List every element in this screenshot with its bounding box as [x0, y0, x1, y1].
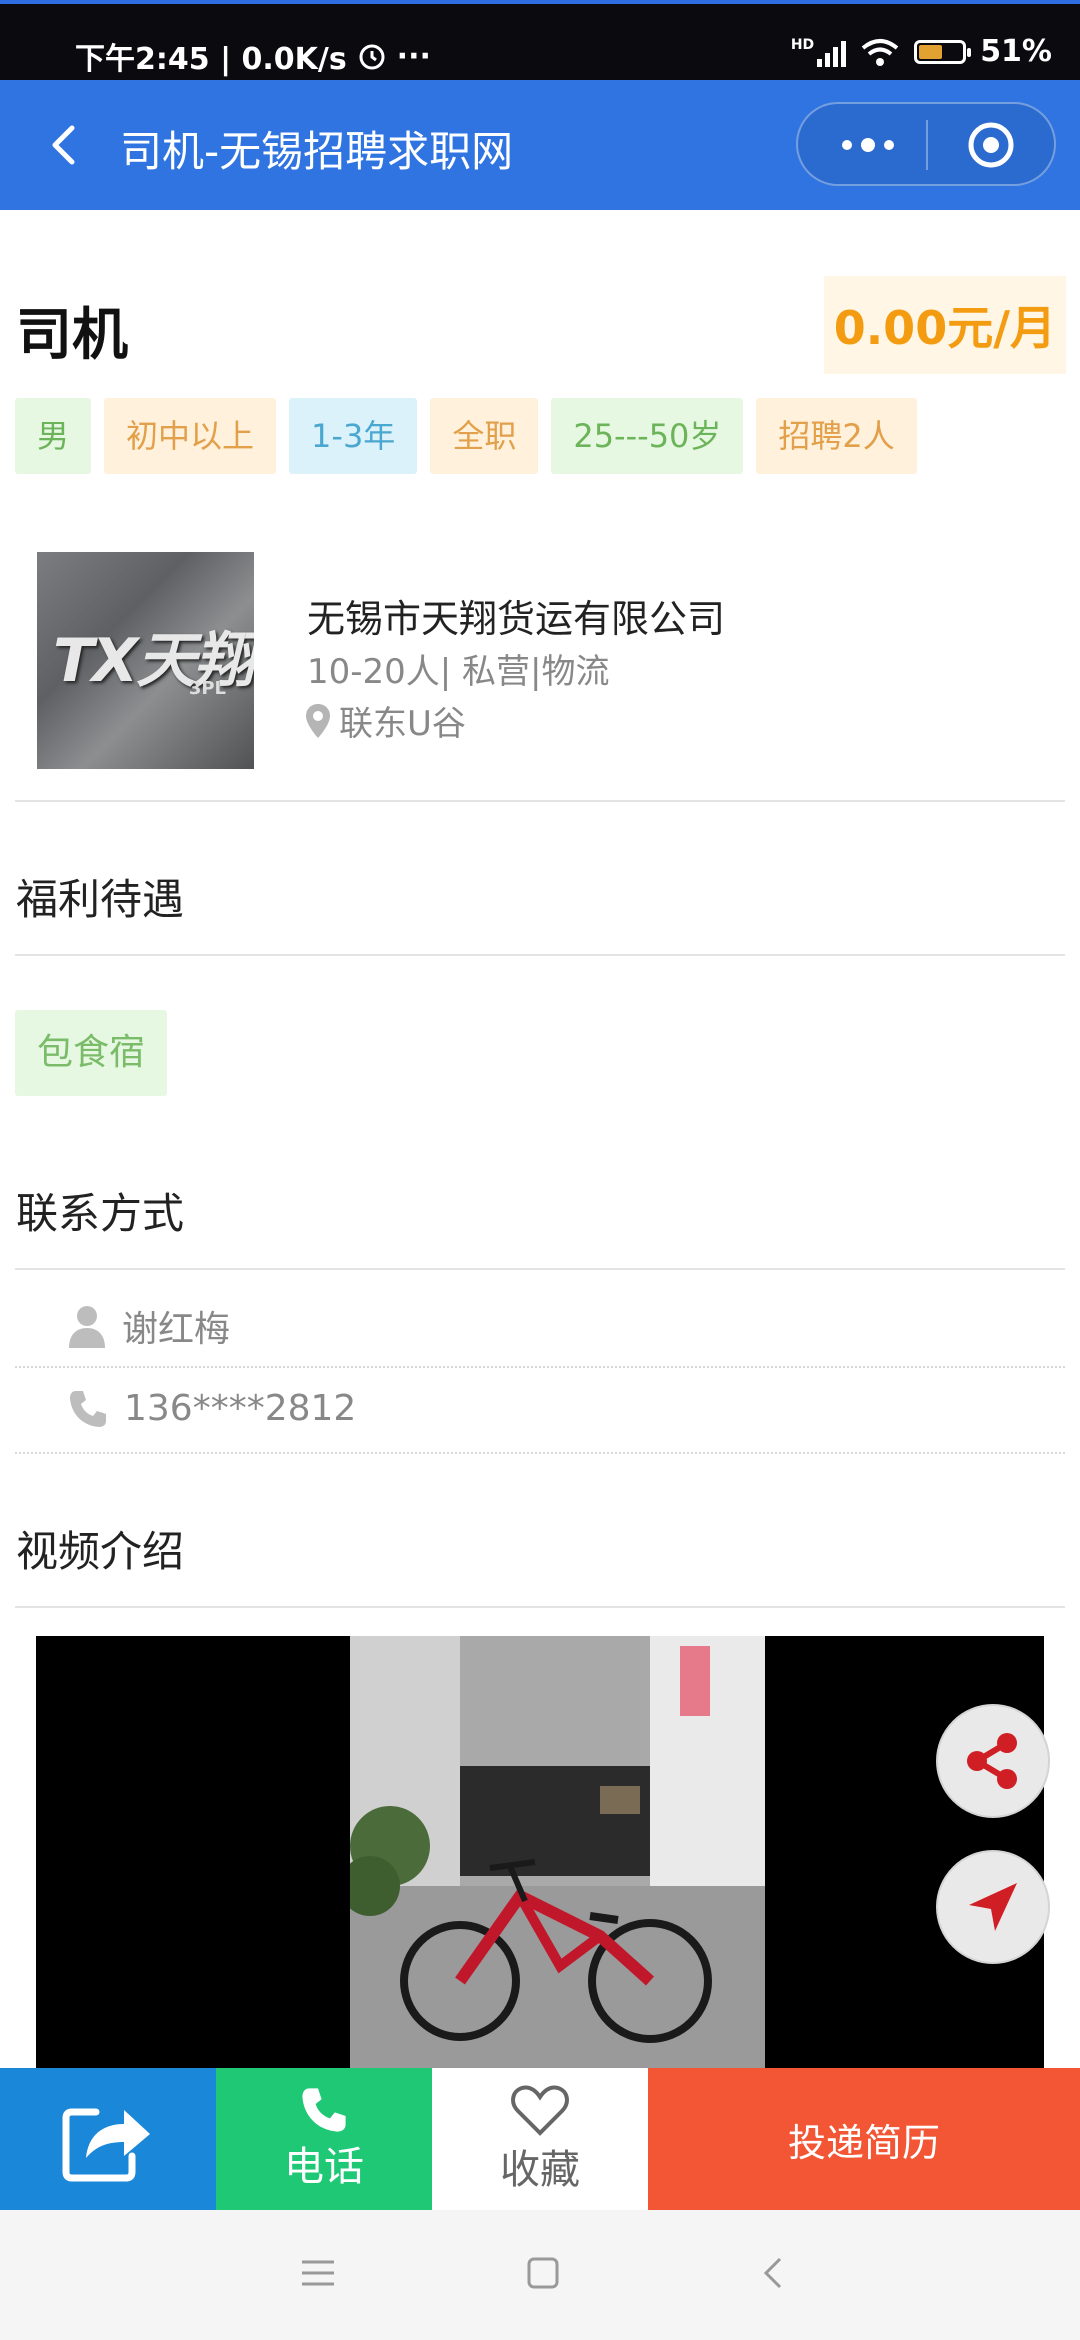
forward-button[interactable]	[0, 2068, 216, 2210]
video-frame	[350, 1636, 765, 2070]
dotted-divider	[15, 1452, 1065, 1454]
contact-phone-row[interactable]: 136****2812	[68, 1388, 356, 1429]
favorite-button[interactable]: 收藏	[432, 2068, 648, 2210]
navigate-fab[interactable]	[936, 1850, 1050, 1964]
back-nav-icon[interactable]	[760, 2256, 784, 2290]
menu-icon[interactable]	[300, 2258, 336, 2288]
system-nav-bar	[0, 2210, 1080, 2340]
call-button[interactable]: 电话	[216, 2068, 432, 2210]
status-more: ···	[396, 38, 431, 74]
phone-icon	[302, 2088, 346, 2132]
company-logo-sub: 3PL	[188, 678, 226, 699]
contact-person-row: 谢红梅	[68, 1300, 230, 1352]
forward-share-icon	[62, 2108, 150, 2182]
tag-age: 25---50岁	[551, 398, 744, 474]
tag-gender: 男	[15, 398, 92, 474]
close-miniprogram-icon[interactable]	[966, 120, 1016, 170]
video-player[interactable]	[36, 1636, 1044, 2070]
nav-bar: 司机-无锡招聘求职网	[0, 80, 1080, 210]
heart-icon	[511, 2085, 569, 2136]
company-card[interactable]: TX天翔 3PL 无锡市天翔货运有限公司 10-20人| 私营|物流 联东U谷	[0, 550, 1080, 800]
tag-headcount: 招聘2人	[756, 398, 917, 474]
status-bar: 下午2:45 | 0.0K/s ··· HD 51%	[0, 0, 1080, 80]
dotted-divider	[15, 1366, 1065, 1368]
call-label: 电话	[284, 2144, 364, 2190]
benefits-title: 福利待遇	[16, 875, 185, 924]
capsule-divider	[926, 120, 928, 170]
tag-experience: 1-3年	[289, 398, 418, 474]
company-info: 10-20人| 私营|物流	[307, 652, 610, 692]
video-bicycle-image	[350, 1636, 765, 2070]
navigation-arrow-icon	[969, 1883, 1017, 1931]
divider	[15, 1268, 1065, 1270]
signal-icon: HD	[790, 36, 847, 67]
tag-job-type: 全职	[430, 398, 539, 474]
contact-title: 联系方式	[16, 1189, 185, 1238]
battery-percent: 51%	[980, 34, 1052, 69]
bottom-action-bar: 电话 收藏 投递简历	[0, 2068, 1080, 2210]
battery-fill	[919, 44, 942, 59]
apply-label: 投递简历	[787, 2120, 940, 2165]
contact-phone: 136****2812	[124, 1388, 357, 1429]
job-title: 司机	[16, 303, 128, 368]
share-icon	[967, 1733, 1017, 1789]
status-time-speed: 下午2:45 | 0.0K/s	[75, 42, 347, 77]
favorite-label: 收藏	[500, 2147, 580, 2193]
contact-person: 谢红梅	[122, 1309, 231, 1350]
location-pin-icon	[306, 703, 330, 738]
salary: 0.00元/月	[823, 276, 1066, 374]
company-location-text: 联东U谷	[339, 704, 466, 744]
divider	[15, 954, 1065, 956]
alarm-icon	[359, 44, 385, 70]
divider	[15, 1606, 1065, 1608]
back-icon[interactable]	[40, 120, 90, 170]
tag-education: 初中以上	[104, 398, 277, 474]
company-logo: TX天翔 3PL	[37, 552, 254, 769]
mini-program-capsule	[796, 102, 1056, 186]
company-location: 联东U谷	[305, 696, 466, 745]
user-icon	[69, 1306, 105, 1348]
more-menu-icon[interactable]	[828, 122, 908, 168]
benefit-tag: 包食宿	[15, 1010, 168, 1096]
battery-icon	[914, 39, 972, 64]
home-icon[interactable]	[526, 2256, 560, 2290]
apply-resume-button[interactable]: 投递简历	[648, 2068, 1080, 2210]
video-title: 视频介绍	[16, 1527, 185, 1576]
phone-icon	[70, 1390, 106, 1427]
share-fab[interactable]	[936, 1704, 1050, 1818]
job-tags: 男 初中以上 1-3年 全职 25---50岁 招聘2人	[15, 398, 917, 474]
company-name: 无锡市天翔货运有限公司	[307, 597, 726, 641]
page-title: 司机-无锡招聘求职网	[120, 127, 514, 176]
wifi-icon	[861, 38, 899, 66]
divider	[15, 800, 1065, 802]
network-type-label: HD	[790, 36, 815, 53]
